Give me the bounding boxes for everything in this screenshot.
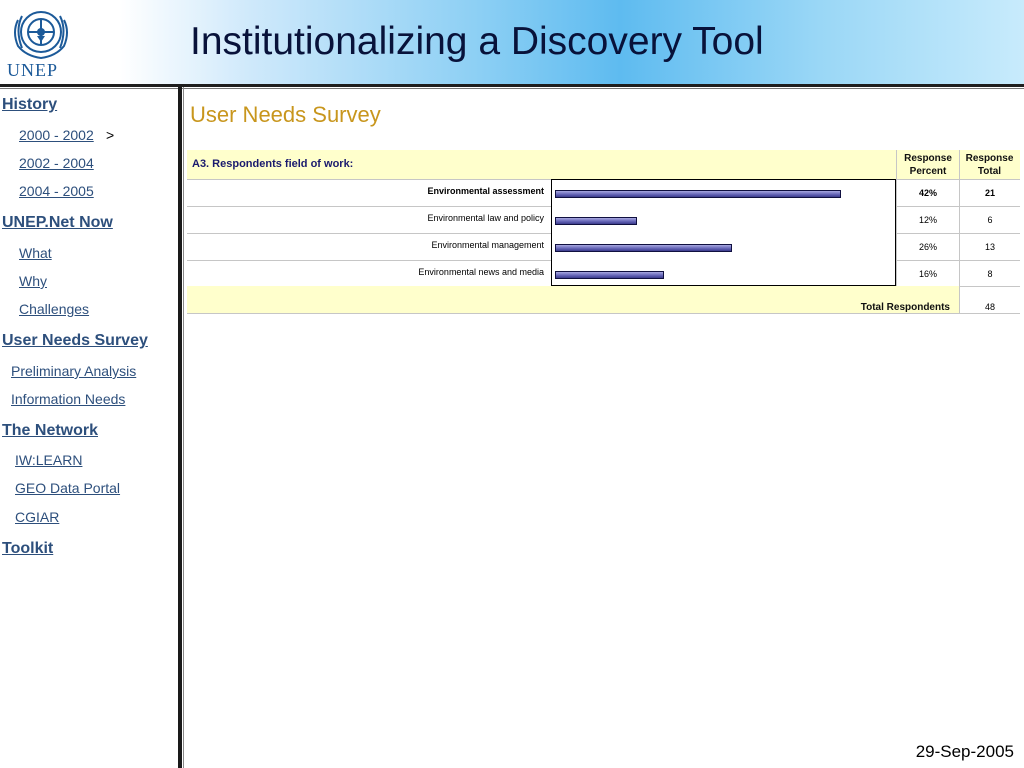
response-percent: 12%: [918, 215, 937, 225]
table-gridline: [959, 150, 960, 314]
sidebar-divider: [178, 87, 182, 768]
row-label: Environmental management: [431, 240, 544, 250]
sidebar-item-what[interactable]: What: [19, 245, 52, 261]
sidebar-item-cgiar[interactable]: CGIAR: [15, 509, 59, 525]
response-total: 6: [987, 215, 993, 225]
response-percent: 42%: [918, 188, 937, 198]
response-total: 13: [984, 242, 995, 252]
table-footer-bg: [187, 286, 959, 313]
row-label: Environmental assessment: [427, 186, 544, 196]
column-header-percent: Response Percent: [904, 153, 952, 177]
sidebar-item-challenges[interactable]: Challenges: [19, 301, 89, 317]
slide-date: 29-Sep-2005: [915, 742, 1014, 761]
response-percent: 16%: [918, 269, 937, 279]
logo-text: UNEP: [7, 60, 59, 80]
sidebar: History 2000 - 2002 > 2002 - 2004 2004 -…: [0, 90, 178, 768]
row-label: Environmental law and policy: [427, 213, 544, 223]
response-total: 8: [987, 269, 993, 279]
sidebar-item-2004-2005[interactable]: 2004 - 2005: [19, 183, 94, 199]
total-respondents-value: 48: [984, 302, 995, 312]
sidebar-item-toolkit[interactable]: Toolkit: [2, 540, 53, 558]
header-divider-thin: [0, 88, 1024, 89]
sidebar-item-user-needs-survey[interactable]: User Needs Survey: [2, 332, 148, 350]
content-title: User Needs Survey: [190, 102, 381, 127]
sidebar-item-why[interactable]: Why: [19, 273, 47, 289]
bar: [555, 217, 637, 225]
response-percent: 26%: [918, 242, 937, 252]
sidebar-item-history[interactable]: History: [2, 96, 57, 114]
survey-table: A3. Respondents field of work: Response …: [187, 150, 1020, 314]
header-divider: [0, 84, 1024, 87]
total-respondents-label: Total Respondents: [860, 302, 950, 313]
title-bar: UNEP Institutionalizing a Discovery Tool: [0, 0, 1024, 84]
table-gridline: [187, 313, 1020, 314]
sidebar-divider-thin: [183, 87, 184, 768]
sidebar-item-iw-learn[interactable]: IW:LEARN: [15, 452, 82, 468]
bar: [555, 271, 664, 279]
sidebar-item-geo-data-portal[interactable]: GEO Data Portal: [15, 480, 120, 496]
column-header-total: Response Total: [965, 153, 1014, 177]
sidebar-item-2000-2002[interactable]: 2000 - 2002: [19, 127, 94, 143]
row-label: Environmental news and media: [418, 267, 544, 277]
bar: [555, 244, 732, 252]
bar: [555, 190, 841, 198]
page-title: Institutionalizing a Discovery Tool: [190, 20, 764, 63]
sidebar-item-preliminary-analysis[interactable]: Preliminary Analysis: [11, 363, 136, 379]
bar-chart-area: [551, 179, 896, 286]
sidebar-item-information-needs[interactable]: Information Needs: [11, 391, 125, 407]
sidebar-item-the-network[interactable]: The Network: [2, 422, 98, 440]
question-label: A3. Respondents field of work:: [192, 158, 354, 170]
sidebar-item-2002-2004[interactable]: 2002 - 2004: [19, 155, 94, 171]
current-page-marker: >: [106, 127, 115, 143]
sidebar-item-unep-net-now[interactable]: UNEP.Net Now: [2, 214, 113, 232]
response-total: 21: [984, 188, 995, 198]
